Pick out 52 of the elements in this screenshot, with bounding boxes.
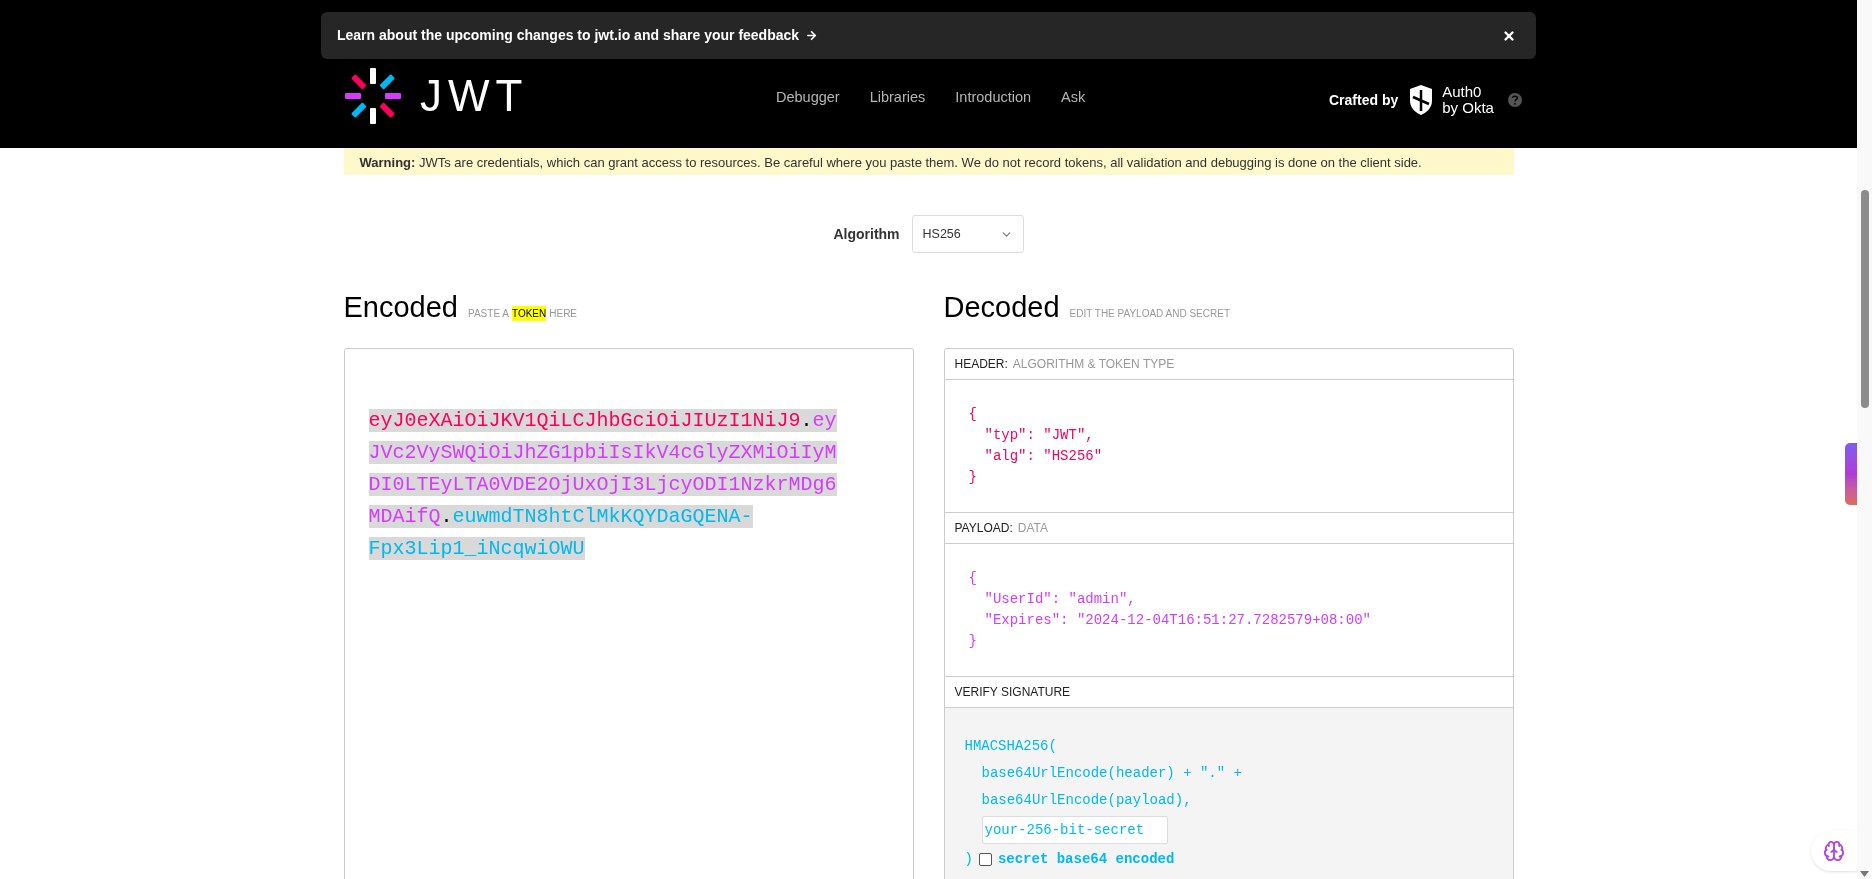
close-icon[interactable] — [1502, 28, 1516, 43]
checkbox[interactable] — [978, 853, 992, 866]
section-hint: ALGORITHM & TOKEN TYPE — [1012, 356, 1175, 373]
scrollbar[interactable] — [1857, 0, 1872, 879]
help-icon[interactable] — [1507, 93, 1522, 107]
json-editor[interactable]: { "UserId": "admin", "Expires": "2024-12-04T16:51:27.7282579+08:00" } — [944, 544, 1513, 677]
decoded-title: Decoded — [943, 290, 1060, 325]
arrow-icon — [805, 29, 819, 42]
logo-text[interactable]: JWT — [420, 74, 529, 118]
code-line: "UserId": "admin", — [983, 590, 1137, 609]
code-line: } — [968, 632, 978, 651]
logo-icon — [344, 67, 402, 125]
token-input[interactable]: eyJ0eXAiOiJKV1QiLCJhbGciOiJIUzI1NiJ9.eyJVc2VySWQiOiJhZG1pbiIsIkV4cGlyZXMiOiIyMDI0LTEyLTA0VDE2OjUxOjI3LjcyODI1NzkrMDg6MDAifQ.euwmdTN8htClMkKQYDaGQENA-Fpx3Lip1_iNcqwiOWU — [343, 348, 914, 879]
nav-link[interactable]: Libraries — [869, 87, 926, 109]
encoded-hint: PASTE A — [468, 307, 509, 321]
code-line: "Expires": "2024-12-04T16:51:27.7282579+08:00" — [983, 611, 1372, 630]
code-line: base64UrlEncode(header) + "." + — [980, 764, 1243, 783]
decoded-hint: EDIT THE PAYLOAD AND SECRET — [1069, 307, 1230, 321]
code-line: base64UrlEncode(payload), — [980, 791, 1193, 810]
partner-logo-text[interactable]: Auth0 — [1442, 84, 1494, 100]
shield-icon — [1408, 84, 1435, 116]
json-editor[interactable]: { "typ": "JWT", "alg": "HS256" } — [944, 380, 1513, 513]
scrollbar-thumb[interactable] — [1860, 190, 1869, 408]
code-line: { — [968, 569, 978, 588]
brain-icon — [1823, 840, 1845, 862]
nav-link[interactable]: Introduction — [955, 87, 1032, 109]
code-line: } — [968, 468, 978, 487]
scroll-down-icon[interactable] — [1860, 871, 1869, 877]
checkbox-label: secret base64 encoded — [997, 850, 1175, 869]
nav-link[interactable]: Ask — [1061, 87, 1086, 109]
encoded-token: eyJ0eXAiOiJKV1QiLCJhbGciOiJIUzI1NiJ9.eyJVc2VySWQiOiJhZG1pbiIsIkV4cGlyZXMiOiIyMDI0LTEyLTA0VDE2OjUxOjI3LjcyODI1NzkrMDg6MDAifQ.euwmdTN8htClMkKQYDaGQENA-Fpx3Lip1_iNcqwiOWU — [368, 408, 838, 562]
banner-link[interactable]: Learn about the upcoming changes to jwt.io and share your feedback — [337, 25, 800, 46]
encoded-hint: HERE — [549, 307, 578, 321]
nav-link[interactable]: Debugger — [776, 87, 840, 109]
section-hint: DATA — [1017, 520, 1048, 537]
code-line: { — [968, 405, 978, 424]
encoded-hint: TOKEN — [511, 306, 547, 321]
algorithm-label: Algorithm — [833, 224, 900, 244]
algorithm-select[interactable]: HS256 — [911, 215, 1024, 253]
section-label: VERIFY SIGNATURE — [954, 684, 1071, 701]
code-line: HMACSHA256( — [964, 737, 1058, 756]
code-line: ) — [964, 850, 973, 869]
section-label: PAYLOAD: — [954, 520, 1013, 537]
encoded-title: Encoded — [343, 290, 458, 325]
crafted-by-label: Crafted by — [1329, 90, 1399, 110]
section-label: HEADER: — [954, 356, 1008, 373]
assistant-button[interactable] — [1811, 831, 1857, 871]
partner-logo-text[interactable]: by Okta — [1442, 100, 1494, 116]
code-line: "typ": "JWT", — [983, 426, 1095, 445]
warning-text: Warning: JWTs are credentials, which can grant access to resources. Be careful where you paste them. We do not record tokens, all validation and debugging is done on the client side. — [359, 155, 1422, 170]
code-line: "alg": "HS256" — [983, 447, 1104, 466]
secret-field[interactable]: your-256-bit-secret — [981, 816, 1168, 844]
